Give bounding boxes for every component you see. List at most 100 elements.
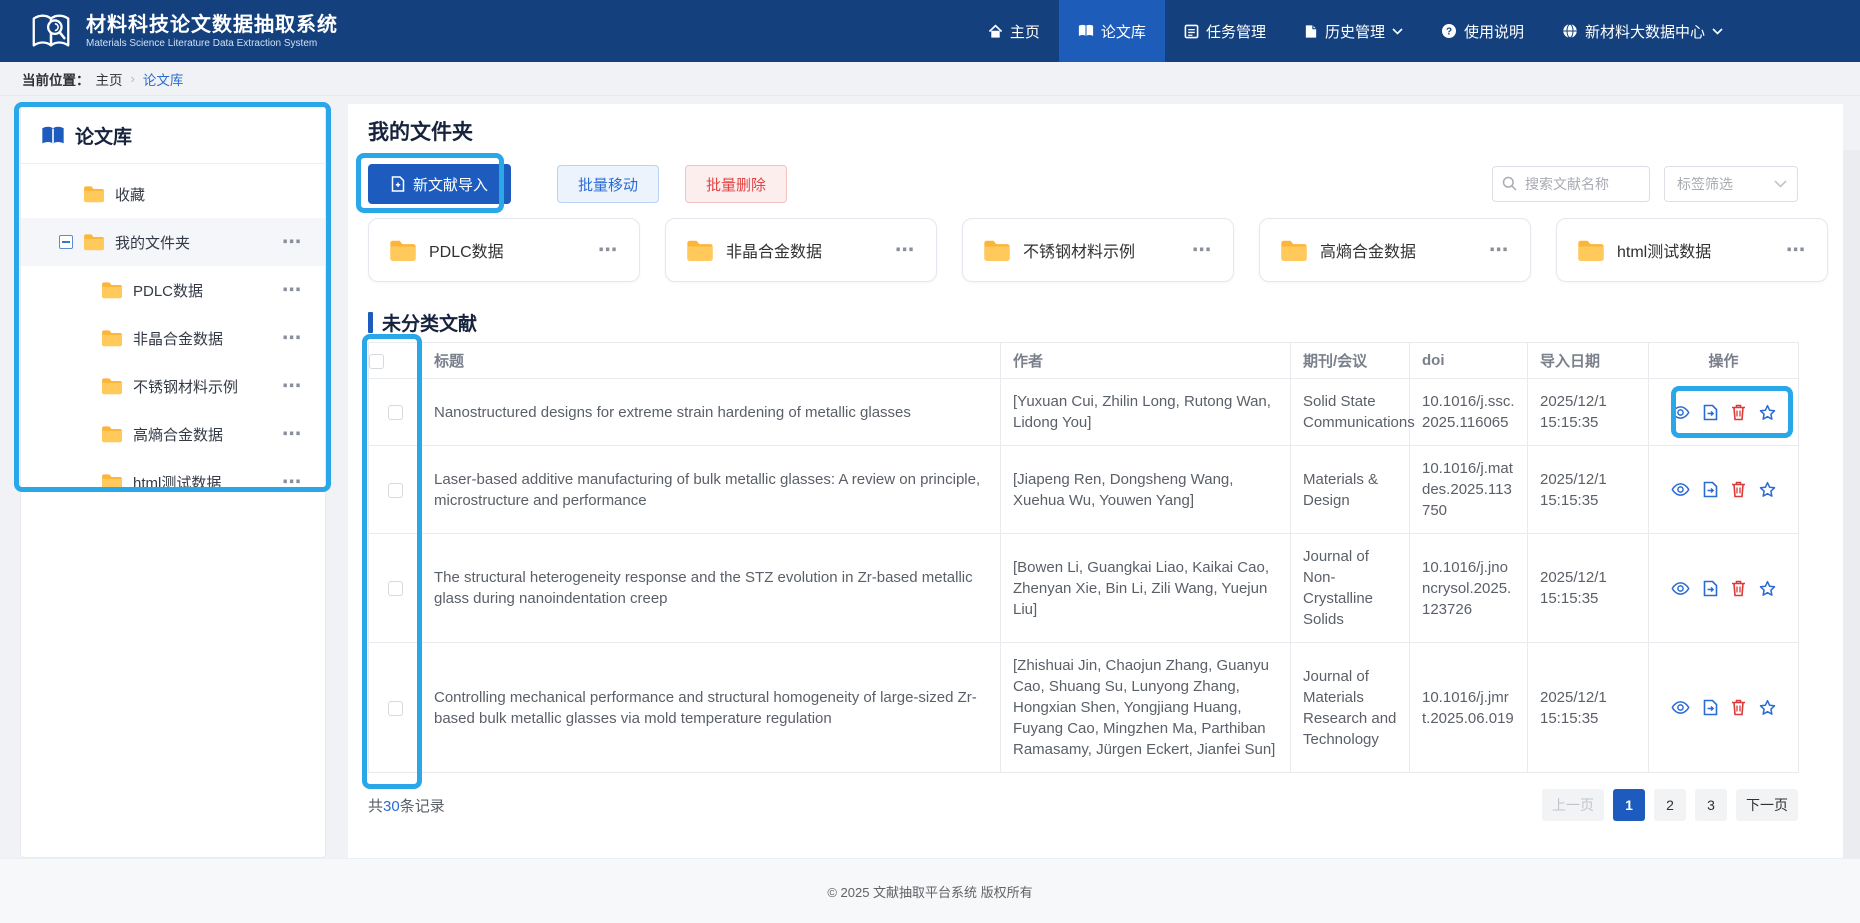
tree-item-high-entropy-alloy[interactable]: 高熵合金数据 ⋯ xyxy=(21,410,325,458)
folder-card-amorphous-alloy[interactable]: 非晶合金数据 ⋯ xyxy=(665,218,937,282)
prev-page-button[interactable]: 上一页 xyxy=(1542,789,1604,821)
export-document-icon[interactable] xyxy=(1703,580,1718,597)
folder-icon xyxy=(101,281,123,299)
paper-authors: [Jiapeng Ren, Dongsheng Wang, Xuehua Wu,… xyxy=(1001,446,1291,534)
export-document-icon[interactable] xyxy=(1703,481,1718,498)
folder-icon xyxy=(101,425,123,443)
folder-card-high-entropy-alloy[interactable]: 高熵合金数据 ⋯ xyxy=(1259,218,1531,282)
more-icon[interactable]: ⋯ xyxy=(598,241,619,260)
nav-item-history[interactable]: 历史管理 xyxy=(1285,0,1422,62)
tree-item-pdlc[interactable]: PDLC数据 ⋯ xyxy=(21,266,325,314)
next-page-button[interactable]: 下一页 xyxy=(1736,789,1798,821)
tree-item-my-folder[interactable]: 我的文件夹 ⋯ xyxy=(21,218,325,266)
tree-item-html-test[interactable]: html测试数据 ⋯ xyxy=(21,458,325,506)
paper-import-date: 2025/12/1 15:15:35 xyxy=(1528,643,1649,773)
toolbar: 新文献导入 批量移动 批量删除 标签筛选 xyxy=(368,164,1798,204)
page-button-2[interactable]: 2 xyxy=(1654,789,1686,821)
more-icon[interactable]: ⋯ xyxy=(1192,241,1213,260)
more-icon[interactable]: ⋯ xyxy=(282,329,303,348)
more-icon[interactable]: ⋯ xyxy=(282,425,303,444)
favorite-star-icon[interactable] xyxy=(1759,481,1776,498)
toolbar-right: 标签筛选 xyxy=(1492,166,1798,202)
view-icon[interactable] xyxy=(1671,482,1690,497)
batch-move-button[interactable]: 批量移动 xyxy=(557,165,659,203)
col-header-authors: 作者 xyxy=(1001,343,1291,379)
nav-item-label: 新材料大数据中心 xyxy=(1585,21,1705,42)
tree-item-label: 不锈钢材料示例 xyxy=(133,376,238,397)
import-literature-button[interactable]: 新文献导入 xyxy=(368,164,511,204)
tree-item-label: html测试数据 xyxy=(133,472,221,493)
paper-doi: 10.1016/j.ssc.2025.116065 xyxy=(1410,379,1528,446)
more-icon[interactable]: ⋯ xyxy=(282,473,303,492)
tree-item-amorphous-alloy[interactable]: 非晶合金数据 ⋯ xyxy=(21,314,325,362)
tag-filter-select[interactable]: 标签筛选 xyxy=(1664,166,1798,202)
folder-card-name: 非晶合金数据 xyxy=(726,238,822,262)
tree-item-label: 收藏 xyxy=(115,184,145,205)
sidebar-header: 论文库 xyxy=(21,105,325,164)
row-checkbox[interactable] xyxy=(388,483,403,498)
import-button-label: 新文献导入 xyxy=(413,174,488,195)
row-actions xyxy=(1661,580,1786,597)
records-total: 共30条记录 xyxy=(368,795,445,816)
view-icon[interactable] xyxy=(1671,405,1690,420)
folder-card-name: html测试数据 xyxy=(1617,238,1711,262)
select-all-checkbox[interactable] xyxy=(369,354,384,369)
table-row: Nanostructured designs for extreme strai… xyxy=(369,379,1799,446)
favorite-star-icon[interactable] xyxy=(1759,404,1776,421)
history-icon xyxy=(1304,24,1318,39)
collapse-minus-icon[interactable] xyxy=(59,235,73,249)
paper-doi: 10.1016/j.matdes.2025.113750 xyxy=(1410,446,1528,534)
folder-card-name: PDLC数据 xyxy=(429,238,504,262)
page-button-1[interactable]: 1 xyxy=(1613,789,1645,821)
delete-icon[interactable] xyxy=(1731,699,1746,716)
nav-item-help[interactable]: ? 使用说明 xyxy=(1422,0,1543,62)
folder-card-stainless-steel[interactable]: 不锈钢材料示例 ⋯ xyxy=(962,218,1234,282)
more-icon[interactable]: ⋯ xyxy=(282,233,303,252)
section-header: 未分类文献 xyxy=(368,308,1798,336)
paper-journal: Journal of Materials Research and Techno… xyxy=(1291,643,1410,773)
folder-tree: 收藏 我的文件夹 ⋯ PDLC数据 ⋯ 非晶合金数据 ⋯ 不锈钢材料示例 ⋯ 高… xyxy=(21,164,325,506)
export-document-icon[interactable] xyxy=(1703,699,1718,716)
favorite-star-icon[interactable] xyxy=(1759,699,1776,716)
more-icon[interactable]: ⋯ xyxy=(895,241,916,260)
sidebar-title: 论文库 xyxy=(75,122,132,149)
row-checkbox[interactable] xyxy=(388,405,403,420)
chevron-down-icon xyxy=(1774,180,1787,188)
nav-item-label: 论文库 xyxy=(1101,21,1146,42)
help-icon: ? xyxy=(1441,23,1457,39)
app-subtitle: Materials Science Literature Data Extrac… xyxy=(86,37,338,50)
more-icon[interactable]: ⋯ xyxy=(1786,241,1807,260)
page-button-3[interactable]: 3 xyxy=(1695,789,1727,821)
delete-icon[interactable] xyxy=(1731,580,1746,597)
breadcrumb: 当前位置： 主页 › 论文库 xyxy=(0,62,1860,96)
delete-icon[interactable] xyxy=(1731,481,1746,498)
folder-card-html-test[interactable]: html测试数据 ⋯ xyxy=(1556,218,1828,282)
nav-item-home[interactable]: 主页 xyxy=(969,0,1059,62)
row-checkbox-cell xyxy=(369,643,422,773)
favorite-star-icon[interactable] xyxy=(1759,580,1776,597)
tree-item-favorites[interactable]: 收藏 xyxy=(21,170,325,218)
row-checkbox[interactable] xyxy=(388,581,403,596)
row-checkbox-cell xyxy=(369,446,422,534)
export-document-icon[interactable] xyxy=(1703,404,1718,421)
batch-delete-button[interactable]: 批量删除 xyxy=(685,165,787,203)
document-add-icon xyxy=(391,176,405,192)
tree-item-stainless-steel[interactable]: 不锈钢材料示例 ⋯ xyxy=(21,362,325,410)
pagination-row: 共30条记录 上一页 1 2 3 下一页 xyxy=(368,789,1798,821)
more-icon[interactable]: ⋯ xyxy=(282,377,303,396)
view-icon[interactable] xyxy=(1671,581,1690,596)
folder-icon xyxy=(389,239,417,262)
globe-icon xyxy=(1562,23,1578,39)
breadcrumb-home-link[interactable]: 主页 xyxy=(96,69,123,89)
folder-icon xyxy=(101,377,123,395)
row-checkbox[interactable] xyxy=(388,701,403,716)
nav-item-tasks[interactable]: 任务管理 xyxy=(1165,0,1285,62)
more-icon[interactable]: ⋯ xyxy=(1489,241,1510,260)
view-icon[interactable] xyxy=(1671,700,1690,715)
scrollbar-track[interactable] xyxy=(1843,150,1860,858)
more-icon[interactable]: ⋯ xyxy=(282,281,303,300)
nav-item-data-center[interactable]: 新材料大数据中心 xyxy=(1543,0,1742,62)
nav-item-library[interactable]: 论文库 xyxy=(1059,0,1165,62)
folder-card-pdlc[interactable]: PDLC数据 ⋯ xyxy=(368,218,640,282)
delete-icon[interactable] xyxy=(1731,404,1746,421)
